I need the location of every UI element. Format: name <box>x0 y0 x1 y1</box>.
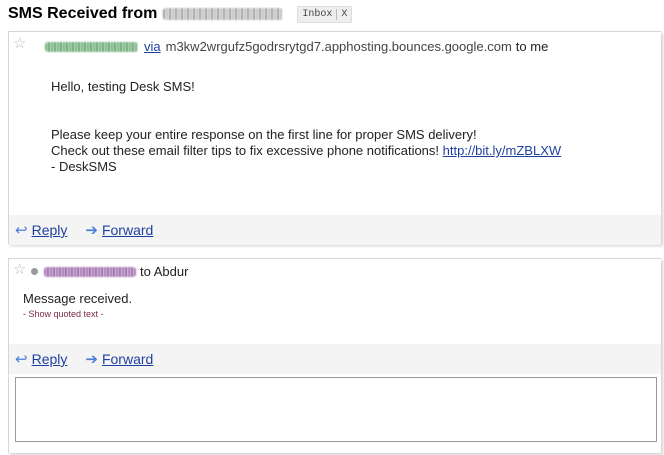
body-line: - DeskSMS <box>51 159 117 174</box>
forward-button[interactable]: ➔ Forward <box>85 221 153 239</box>
inbox-label-text: Inbox <box>302 8 333 20</box>
reply-arrow-icon: ↩ <box>15 351 28 368</box>
status-dot-icon <box>31 268 38 275</box>
via-link[interactable]: via <box>144 39 161 54</box>
subject-sender-redacted <box>163 8 284 20</box>
inbox-label[interactable]: Inbox X <box>297 5 353 23</box>
shortlink[interactable]: http://bit.ly/mZBLXW <box>443 143 561 158</box>
forward-label[interactable]: Forward <box>102 351 153 367</box>
sender-name-redacted[interactable] <box>44 266 136 277</box>
reply-label[interactable]: Reply <box>32 351 68 367</box>
sender-origin: m3kw2wrgufz5godrsrytgd7.apphosting.bounc… <box>165 39 512 54</box>
reply-textarea[interactable] <box>15 377 657 442</box>
message-1: ☆ via m3kw2wrgufz5godrsrytgd7.apphosting… <box>8 31 661 245</box>
forward-label[interactable]: Forward <box>102 222 153 238</box>
show-quoted-text-link[interactable]: - Show quoted text - <box>23 309 104 319</box>
recipient: to Abdur <box>140 264 189 279</box>
message-2-header: to Abdur <box>31 264 188 279</box>
message-2-body: Message received. <box>23 291 133 306</box>
body-line: Please keep your entire response on the … <box>51 127 477 142</box>
subject-title: SMS Received from <box>8 5 158 22</box>
recipient: to me <box>515 39 549 54</box>
forward-arrow-icon: ➔ <box>85 222 98 239</box>
message-2-actions: ↩ Reply ➔ Forward <box>9 344 661 374</box>
remove-label-button[interactable]: X <box>336 8 351 20</box>
message-1-actions: ↩ Reply ➔ Forward <box>9 215 661 245</box>
reply-label[interactable]: Reply <box>32 222 68 238</box>
body-line-text: Check out these email filter tips to fix… <box>51 143 440 158</box>
message-1-header: via m3kw2wrgufz5godrsrytgd7.apphosting.b… <box>45 39 548 54</box>
star-icon[interactable]: ☆ <box>13 262 26 277</box>
reply-button[interactable]: ↩ Reply <box>15 221 67 239</box>
body-line: Check out these email filter tips to fix… <box>51 143 561 159</box>
forward-button[interactable]: ➔ Forward <box>85 350 153 368</box>
sender-name-redacted[interactable] <box>45 41 138 52</box>
body-line <box>51 111 561 127</box>
body-line <box>51 95 561 111</box>
body-line: Hello, testing Desk SMS! <box>51 79 195 94</box>
message-1-body: Hello, testing Desk SMS! Please keep you… <box>51 79 561 175</box>
subject-row: SMS Received from Inbox X <box>8 4 353 24</box>
message-2: ☆ to Abdur Message received. - Show quot… <box>8 258 661 453</box>
reply-arrow-icon: ↩ <box>15 222 28 239</box>
star-icon[interactable]: ☆ <box>13 36 26 51</box>
reply-button[interactable]: ↩ Reply <box>15 350 67 368</box>
forward-arrow-icon: ➔ <box>85 351 98 368</box>
